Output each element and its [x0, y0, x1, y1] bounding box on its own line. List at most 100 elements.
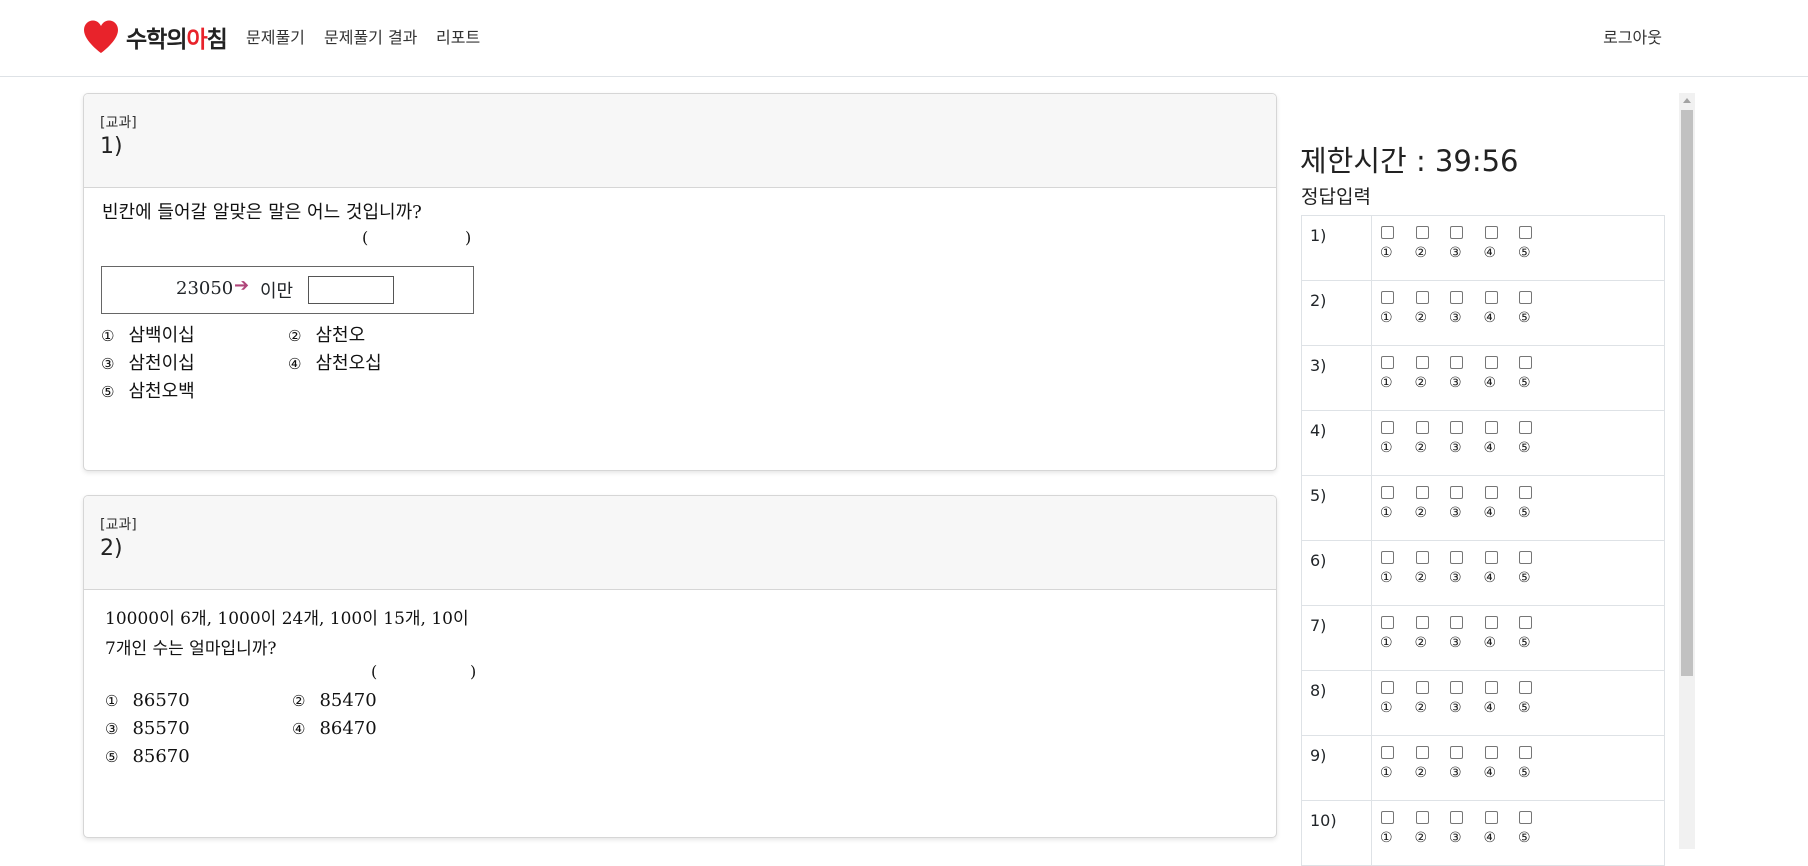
answer-checkbox[interactable] [1484, 681, 1498, 694]
answer-option-label: ⑤ [1518, 245, 1531, 261]
answer-option-label: ④ [1483, 310, 1497, 326]
answer-checkbox[interactable] [1415, 421, 1429, 434]
answer-checkbox[interactable] [1381, 551, 1394, 564]
answer-checkbox[interactable] [1519, 616, 1532, 629]
logo-text-part: 수학의 [126, 27, 187, 53]
answer-option: ② [1415, 356, 1450, 391]
answer-checkbox[interactable] [1450, 681, 1463, 694]
answer-options: ① ② ③ ④ ⑤ [1372, 346, 1664, 391]
answer-checkbox[interactable] [1519, 681, 1532, 694]
answer-checkbox[interactable] [1450, 291, 1463, 304]
answer-checkbox[interactable] [1381, 811, 1394, 824]
answer-checkbox[interactable] [1484, 421, 1498, 434]
answer-checkbox[interactable] [1450, 226, 1463, 239]
answer-option-label: ⑤ [1518, 375, 1531, 391]
answer-checkbox[interactable] [1519, 811, 1532, 824]
answer-option: ⑤ [1518, 551, 1553, 586]
answer-option-label: ② [1414, 375, 1428, 391]
scrollbar-thumb[interactable] [1681, 110, 1693, 676]
answer-option-label: ③ [1449, 375, 1462, 391]
answer-checkbox[interactable] [1519, 746, 1532, 759]
answer-checkbox[interactable] [1450, 746, 1463, 759]
answer-options-cell: ① ② ③ ④ ⑤ [1371, 410, 1665, 476]
answer-checkbox[interactable] [1519, 486, 1532, 499]
choice-4: ④ 삼천오십 [288, 349, 382, 375]
answer-checkbox[interactable] [1450, 811, 1463, 824]
answer-checkbox[interactable] [1415, 616, 1429, 629]
answer-option: ④ [1484, 226, 1519, 261]
answer-checkbox[interactable] [1519, 421, 1532, 434]
answer-checkbox[interactable] [1450, 421, 1463, 434]
nav-link-report[interactable]: 리포트 [436, 24, 480, 48]
answer-checkbox[interactable] [1415, 551, 1429, 564]
answer-checkbox[interactable] [1450, 616, 1463, 629]
choice-text: 86470 [319, 718, 377, 739]
answer-checkbox[interactable] [1484, 811, 1498, 824]
logo-text: 수학의아침 [126, 20, 228, 54]
answer-option: ③ [1449, 811, 1484, 846]
answer-options: ① ② ③ ④ ⑤ [1372, 281, 1664, 326]
answer-options: ① ② ③ ④ ⑤ [1372, 216, 1664, 261]
question-stem-line-2: 7개인 수는 얼마입니까? [105, 639, 277, 659]
answer-checkbox[interactable] [1450, 486, 1463, 499]
answer-options-cell: ① ② ③ ④ ⑤ [1371, 280, 1665, 346]
scroll-up-arrow-icon[interactable] [1683, 98, 1691, 103]
answer-checkbox[interactable] [1484, 226, 1498, 239]
answer-options-cell: ① ② ③ ④ ⑤ [1371, 215, 1665, 281]
answer-checkbox[interactable] [1519, 356, 1532, 369]
answer-checkbox[interactable] [1484, 616, 1498, 629]
answer-paren-close: ) [465, 228, 472, 247]
answer-option: ① [1380, 421, 1415, 456]
answer-checkbox[interactable] [1381, 616, 1394, 629]
answer-checkbox[interactable] [1415, 356, 1429, 369]
time-limit: 제한시간 : 39:56 [1300, 144, 1519, 178]
answer-option-label: ⑤ [1518, 310, 1531, 326]
nav-link-solve[interactable]: 문제풀기 [246, 24, 305, 48]
answer-checkbox[interactable] [1484, 356, 1498, 369]
answer-option-label: ⑤ [1518, 505, 1531, 521]
logout-link[interactable]: 로그아웃 [1603, 24, 1662, 48]
answer-checkbox[interactable] [1519, 226, 1532, 239]
answer-option: ② [1415, 811, 1450, 846]
choice-1: ① 삼백이십 [101, 321, 195, 347]
answer-checkbox[interactable] [1484, 551, 1498, 564]
answer-option: ① [1380, 811, 1415, 846]
logo[interactable]: 수학의아침 [82, 18, 228, 56]
answer-option-label: ① [1380, 700, 1393, 716]
answer-checkbox[interactable] [1519, 551, 1532, 564]
answer-checkbox[interactable] [1415, 681, 1429, 694]
answer-checkbox[interactable] [1381, 486, 1394, 499]
answer-row: 6) ① ② ③ ④ ⑤ [1301, 540, 1665, 606]
answer-checkbox[interactable] [1415, 226, 1429, 239]
answer-options-cell: ① ② ③ ④ ⑤ [1371, 605, 1665, 671]
answer-checkbox[interactable] [1415, 486, 1429, 499]
answer-option: ④ [1484, 746, 1519, 781]
answer-checkbox[interactable] [1415, 746, 1429, 759]
answer-checkbox[interactable] [1519, 291, 1532, 304]
answer-checkbox[interactable] [1484, 291, 1498, 304]
answer-checkbox[interactable] [1381, 356, 1394, 369]
answer-checkbox[interactable] [1415, 291, 1429, 304]
answer-checkbox[interactable] [1381, 681, 1394, 694]
logo-text-part-accent: 아 [186, 27, 207, 53]
top-navbar: 수학의아침 문제풀기 문제풀기 결과 리포트 로그아웃 [0, 0, 1808, 77]
nav-link-results[interactable]: 문제풀기 결과 [324, 24, 417, 48]
answer-option: ② [1415, 421, 1450, 456]
choice-text: 삼천이십 [128, 353, 195, 374]
answer-paren-close: ) [470, 662, 477, 681]
answer-options: ① ② ③ ④ ⑤ [1372, 411, 1664, 456]
answer-checkbox[interactable] [1484, 746, 1498, 759]
answer-option-label: ① [1380, 765, 1393, 781]
answer-checkbox[interactable] [1381, 291, 1394, 304]
answer-checkbox[interactable] [1381, 746, 1394, 759]
choice-marker: ③ [101, 355, 115, 373]
answer-checkbox[interactable] [1381, 421, 1394, 434]
answer-checkbox[interactable] [1450, 551, 1463, 564]
answer-checkbox[interactable] [1415, 811, 1429, 824]
answer-checkbox[interactable] [1450, 356, 1463, 369]
answer-checkbox[interactable] [1381, 226, 1394, 239]
answer-checkbox[interactable] [1484, 486, 1498, 499]
answer-option: ② [1415, 486, 1450, 521]
answer-option: ⑤ [1518, 616, 1553, 651]
question-header: [교과] 2) [84, 496, 1276, 590]
